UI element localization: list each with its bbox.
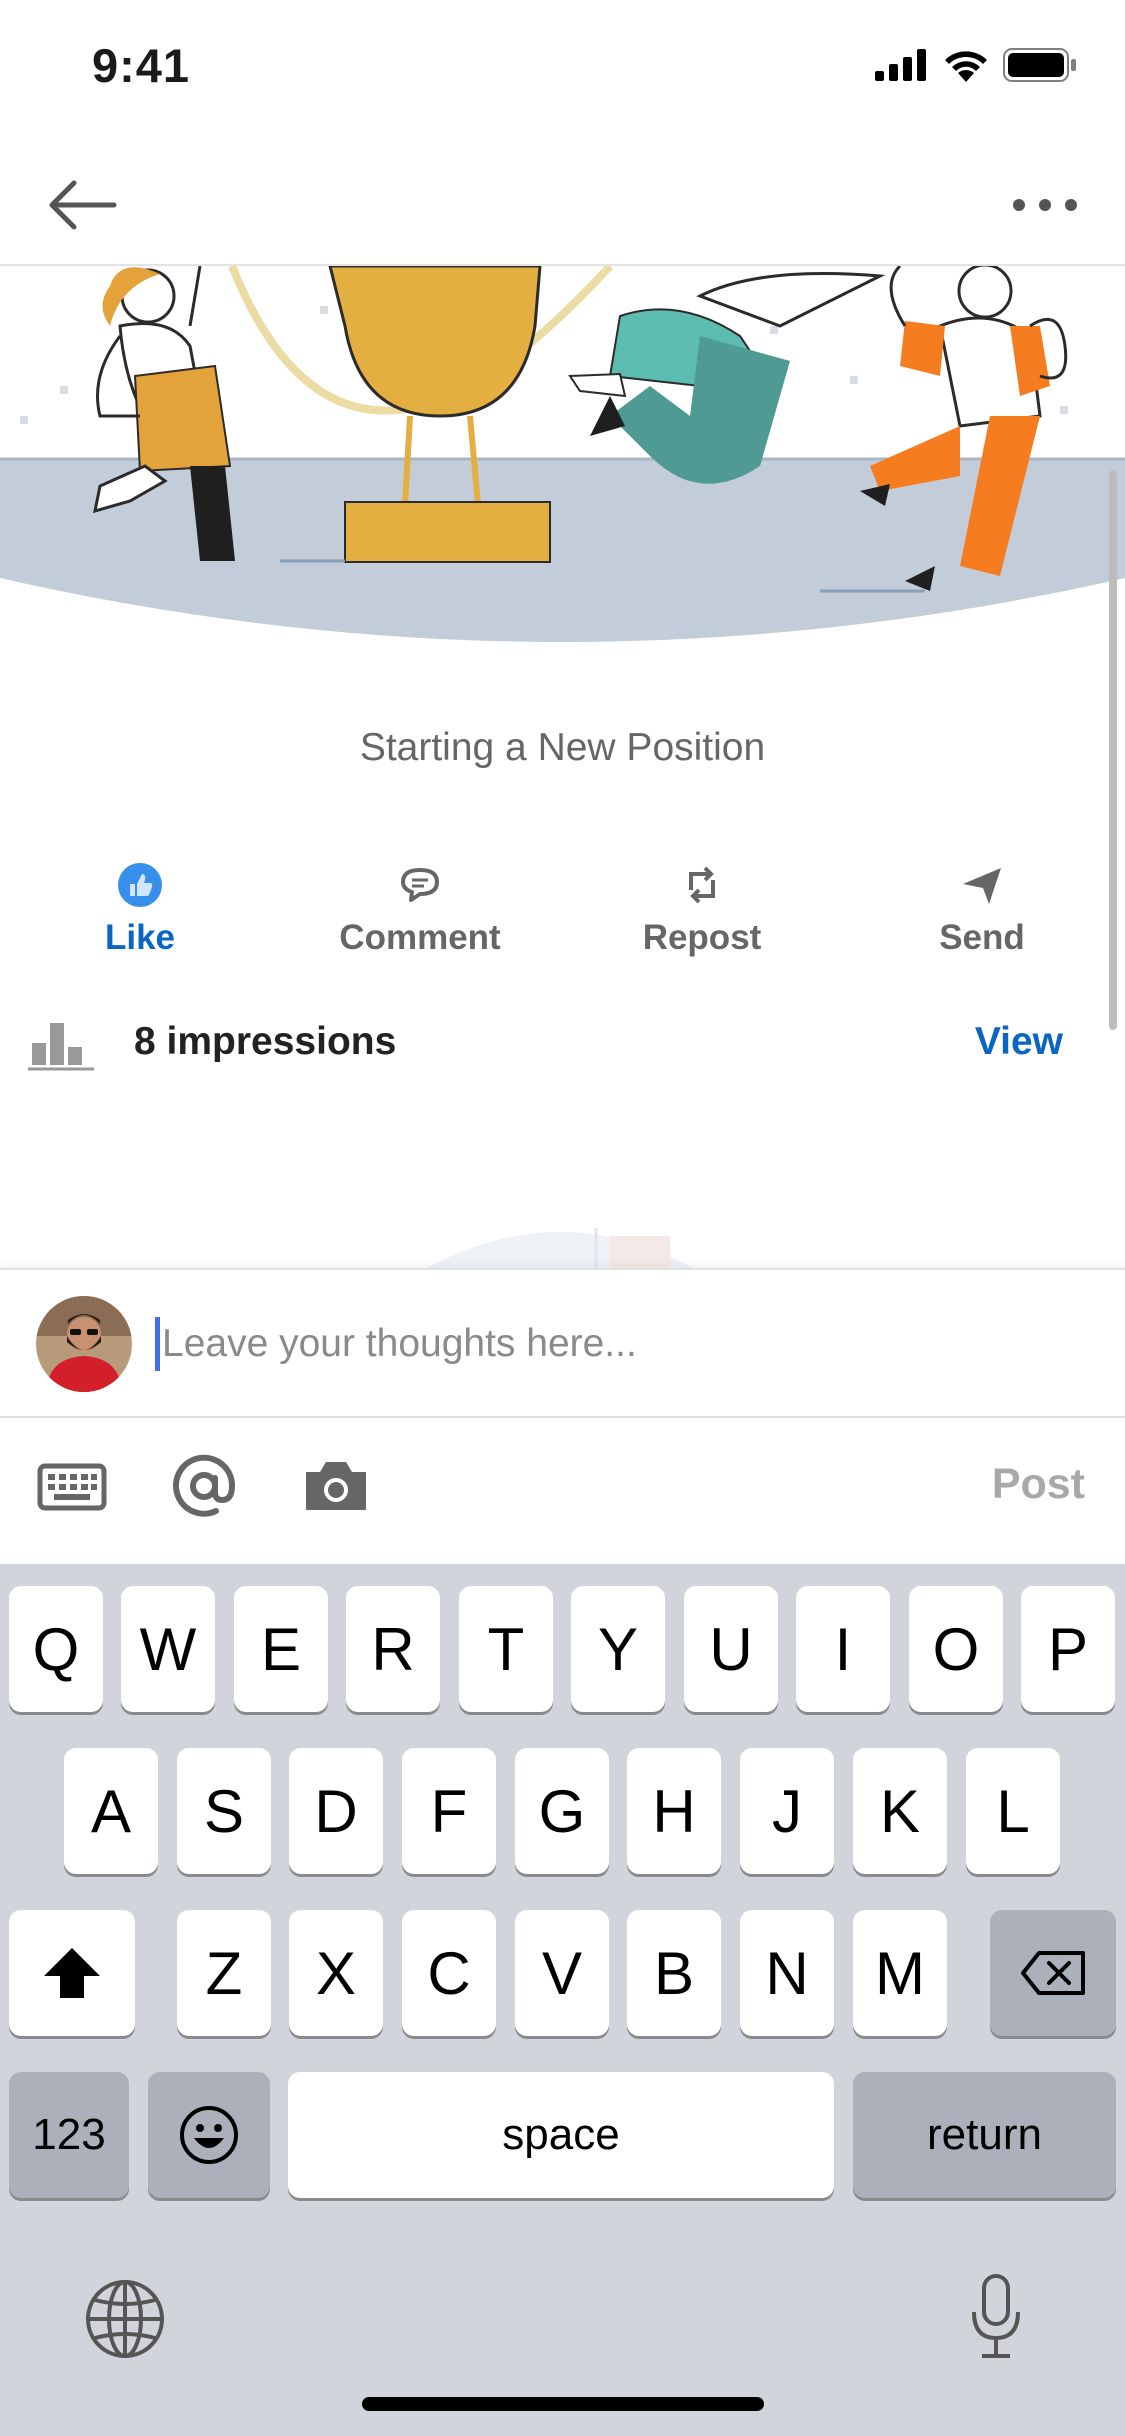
repost-button[interactable]: Repost <box>592 860 812 970</box>
key-f[interactable]: F <box>402 1748 496 1874</box>
more-dots-icon <box>1013 199 1077 211</box>
emoji-key[interactable] <box>148 2072 270 2198</box>
key-j[interactable]: J <box>740 1748 834 1874</box>
comment-composer <box>0 1268 1125 1418</box>
shift-key[interactable] <box>9 1910 135 2036</box>
camera-icon[interactable] <box>298 1448 374 1524</box>
more-options-button[interactable] <box>1005 170 1085 240</box>
scrollbar[interactable] <box>1109 470 1117 1030</box>
backspace-key[interactable] <box>990 1910 1116 2036</box>
key-c[interactable]: C <box>402 1910 496 2036</box>
send-label: Send <box>939 918 1025 957</box>
comment-label: Comment <box>339 918 501 957</box>
thumbs-up-icon <box>118 863 162 907</box>
delete-icon <box>1021 1951 1085 1995</box>
home-indicator <box>362 2397 764 2411</box>
key-q[interactable]: Q <box>9 1586 103 1712</box>
like-button[interactable]: Like <box>30 860 250 970</box>
space-key[interactable]: space <box>288 2072 834 2198</box>
key-p[interactable]: P <box>1021 1586 1115 1712</box>
key-t[interactable]: T <box>459 1586 553 1712</box>
celebration-illustration <box>0 266 1125 656</box>
nav-bar <box>0 140 1125 266</box>
key-i[interactable]: I <box>796 1586 890 1712</box>
key-y[interactable]: Y <box>571 1586 665 1712</box>
key-u[interactable]: U <box>684 1586 778 1712</box>
key-r[interactable]: R <box>346 1586 440 1712</box>
impressions-row: 8 impressions View <box>0 1010 1125 1080</box>
microphone-icon[interactable] <box>966 2272 1026 2362</box>
repost-icon <box>689 866 715 904</box>
key-o[interactable]: O <box>909 1586 1003 1712</box>
avatar <box>36 1296 132 1392</box>
key-g[interactable]: G <box>515 1748 609 1874</box>
social-actions: Like Comment Repost Send <box>0 860 1125 970</box>
send-icon <box>963 868 1001 904</box>
next-content-peek <box>420 1222 700 1272</box>
send-button[interactable]: Send <box>872 860 1092 970</box>
like-label: Like <box>104 918 176 957</box>
key-x[interactable]: X <box>289 1910 383 2036</box>
key-e[interactable]: E <box>234 1586 328 1712</box>
key-d[interactable]: D <box>289 1748 383 1874</box>
analytics-chart-icon <box>28 1023 94 1071</box>
return-key[interactable]: return <box>853 2072 1116 2198</box>
mention-icon[interactable] <box>166 1448 242 1524</box>
cellular-signal-icon <box>875 49 926 81</box>
key-m[interactable]: M <box>853 1910 947 2036</box>
post-button[interactable]: Post <box>992 1460 1085 1509</box>
repost-label: Repost <box>642 918 762 957</box>
comment-input[interactable] <box>162 1314 1062 1374</box>
key-h[interactable]: H <box>627 1748 721 1874</box>
back-arrow-icon <box>49 180 117 230</box>
status-bar: 9:41 <box>0 0 1125 140</box>
key-w[interactable]: W <box>121 1586 215 1712</box>
status-time: 9:41 <box>92 39 191 92</box>
key-s[interactable]: S <box>177 1748 271 1874</box>
composer-toolbar: Post <box>0 1418 1125 1564</box>
key-z[interactable]: Z <box>177 1910 271 2036</box>
comment-icon <box>401 868 439 902</box>
post-title: Starting a New Position <box>359 726 766 769</box>
battery-icon <box>1003 48 1076 82</box>
status-icons <box>875 48 1077 82</box>
text-cursor <box>155 1317 160 1371</box>
key-l[interactable]: L <box>966 1748 1060 1874</box>
key-v[interactable]: V <box>515 1910 609 2036</box>
emoji-icon <box>180 2106 238 2164</box>
keyboard: Q W E R T Y U I O P A S D F G H J K L Z … <box>0 1564 1125 2436</box>
key-n[interactable]: N <box>740 1910 834 2036</box>
wifi-icon <box>945 51 987 82</box>
key-b[interactable]: B <box>627 1910 721 2036</box>
keyboard-icon[interactable] <box>34 1448 110 1524</box>
comment-button[interactable]: Comment <box>310 860 530 970</box>
numbers-key[interactable]: 123 <box>9 2072 129 2198</box>
back-button[interactable] <box>44 170 124 240</box>
globe-icon[interactable] <box>84 2278 166 2360</box>
shift-arrow-icon <box>44 1948 100 1998</box>
key-k[interactable]: K <box>853 1748 947 1874</box>
view-impressions-link[interactable]: View <box>975 1020 1063 1064</box>
impressions-count: 8 impressions <box>134 1020 397 1063</box>
key-a[interactable]: A <box>64 1748 158 1874</box>
